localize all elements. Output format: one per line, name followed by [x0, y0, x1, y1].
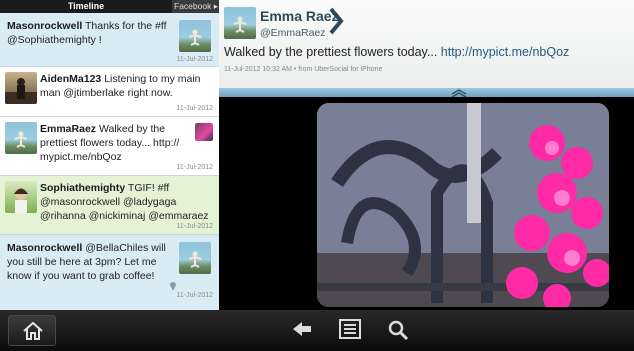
- location-pin-icon: [170, 282, 176, 291]
- tab-facebook-label: Facebook: [174, 1, 212, 11]
- avatar[interactable]: [224, 7, 256, 39]
- tweet-timestamp: 11-Jul-2012: [176, 105, 213, 112]
- tab-timeline[interactable]: Timeline: [0, 0, 172, 13]
- back-arrow-icon[interactable]: [291, 319, 313, 339]
- tweet-item[interactable]: EmmaRaez Walked by the prettiest flowers…: [0, 117, 219, 176]
- tweet-user[interactable]: Masonrockwell: [7, 242, 82, 254]
- search-icon[interactable]: [387, 319, 409, 341]
- chevron-right-icon[interactable]: [328, 7, 344, 35]
- person-icon: [14, 188, 28, 213]
- avatar[interactable]: [5, 122, 37, 154]
- timeline-panel: Timeline Facebook ▸ Masonrockwell Thanks…: [0, 0, 219, 310]
- flowers-photo: [317, 103, 609, 307]
- tweet-user[interactable]: Sophiathemighty: [40, 182, 125, 194]
- tweet-detail-link[interactable]: http://mypict.me/nbQoz: [441, 45, 570, 59]
- tweet-user[interactable]: AidenMa123: [40, 73, 101, 85]
- yoga-figure-icon: [233, 16, 247, 33]
- avatar[interactable]: [179, 20, 211, 52]
- tweet-detail-text: Walked by the prettiest flowers today...…: [224, 45, 569, 59]
- detail-panel: Emma Raez @EmmaRaez Walked by the pretti…: [219, 0, 634, 310]
- drag-handle-icon[interactable]: [448, 89, 470, 97]
- photo-viewer: [219, 97, 634, 310]
- home-button[interactable]: [8, 315, 56, 346]
- avatar[interactable]: [5, 181, 37, 213]
- yoga-figure-icon: [188, 29, 202, 46]
- tweet-item[interactable]: Sophiathemighty TGIF! #ff @masonrockwell…: [0, 176, 219, 235]
- tweet-timestamp: 11-Jul-2012: [176, 292, 213, 299]
- tweet-item[interactable]: Masonrockwell Thanks for the #ff @Sophia…: [0, 13, 219, 67]
- tweet-detail: Emma Raez @EmmaRaez Walked by the pretti…: [219, 0, 634, 88]
- person-icon: [5, 78, 37, 104]
- avatar[interactable]: [179, 242, 211, 274]
- avatar[interactable]: [5, 72, 37, 104]
- tweet-item[interactable]: AidenMa123 Listening to my main man @jti…: [0, 67, 219, 117]
- yoga-figure-icon: [188, 251, 202, 268]
- profile-handle[interactable]: @EmmaRaez: [260, 27, 326, 39]
- list-icon[interactable]: [339, 319, 361, 339]
- profile-name[interactable]: Emma Raez: [260, 8, 339, 24]
- tweet-timestamp: 11-Jul-2012: [176, 223, 213, 230]
- tab-arrow-icon: ▸: [211, 1, 218, 11]
- tweet-user[interactable]: Masonrockwell: [7, 20, 82, 32]
- bottom-toolbar: [0, 310, 634, 351]
- tweet-timestamp: 11-Jul-2012: [176, 56, 213, 63]
- tweet-item[interactable]: Masonrockwell @BellaChiles will you stil…: [0, 235, 219, 310]
- tweet-detail-meta: 11-Jul-2012 10:32 AM • from UberSocial f…: [224, 66, 383, 73]
- photo-thumbnail[interactable]: [195, 123, 213, 141]
- tweet-timestamp: 11-Jul-2012: [176, 164, 213, 171]
- timeline-tabs: Timeline Facebook ▸: [0, 0, 219, 13]
- pane-divider[interactable]: [219, 88, 634, 97]
- tweet-user[interactable]: EmmaRaez: [40, 123, 96, 135]
- home-icon: [23, 322, 43, 340]
- attached-photo[interactable]: [317, 103, 609, 307]
- yoga-figure-icon: [14, 131, 28, 148]
- tweet-detail-body: Walked by the prettiest flowers today...: [224, 45, 438, 59]
- tab-facebook[interactable]: Facebook ▸: [172, 0, 219, 13]
